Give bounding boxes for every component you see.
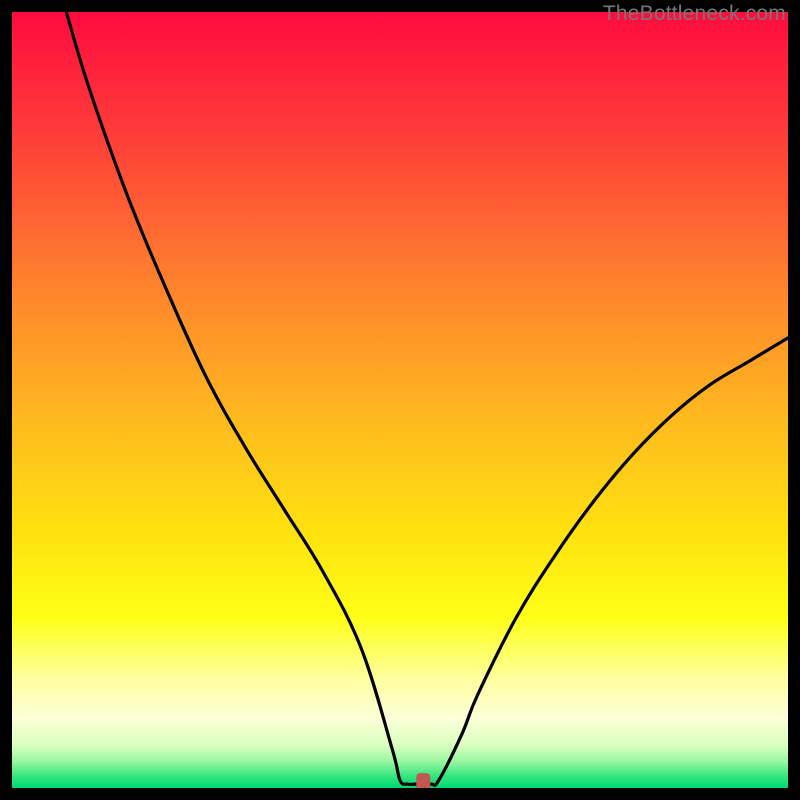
- chart-frame: [12, 12, 788, 788]
- gradient-background: [12, 12, 788, 788]
- bottleneck-chart: [12, 12, 788, 788]
- optimal-point-marker: [416, 773, 430, 788]
- watermark-text: TheBottleneck.com: [603, 2, 786, 26]
